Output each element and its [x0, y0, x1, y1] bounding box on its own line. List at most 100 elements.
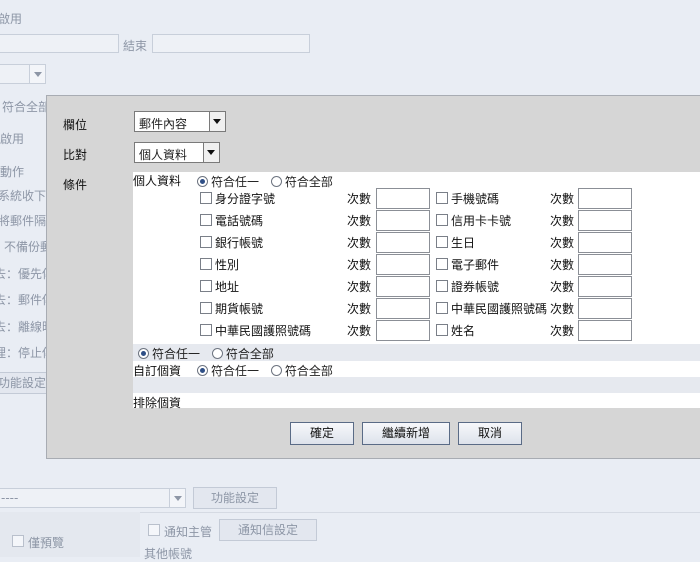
checkbox[interactable] — [436, 302, 448, 314]
personal-item-label: 生日 — [451, 236, 476, 250]
personal-item-label: 姓名 — [451, 324, 476, 338]
personal-match-any-option[interactable]: 符合任一 — [197, 175, 259, 189]
confirm-button[interactable]: 確定 — [290, 422, 354, 445]
other-account-label: 其他帳號 — [144, 547, 193, 561]
personal-match-all-option[interactable]: 符合全部 — [270, 175, 333, 189]
count-input[interactable] — [376, 254, 430, 275]
count-label: 次數 — [347, 214, 372, 228]
personal-item-label: 信用卡卡號 — [451, 214, 512, 228]
end-date-input[interactable] — [152, 34, 310, 53]
checkbox[interactable] — [200, 302, 212, 314]
checkbox[interactable] — [436, 214, 448, 226]
personal-item-label: 期貨帳號 — [215, 302, 264, 316]
checkbox[interactable] — [200, 324, 212, 336]
cancel-button[interactable]: 取消 — [458, 422, 522, 445]
personal-item-label: 地址 — [215, 280, 240, 294]
count-label: 次數 — [347, 280, 372, 294]
count-input[interactable] — [578, 276, 632, 297]
enable-label: 啟用 — [0, 12, 23, 26]
count-input[interactable] — [376, 188, 430, 209]
count-input[interactable] — [376, 276, 430, 297]
notify-manager-label: 通知主管 — [164, 525, 213, 539]
checkbox[interactable] — [436, 236, 448, 248]
preview-only-checkbox[interactable] — [12, 535, 24, 547]
checkbox[interactable] — [200, 214, 212, 226]
checkbox[interactable] — [200, 280, 212, 292]
count-input[interactable] — [376, 210, 430, 231]
count-label: 次數 — [347, 192, 372, 206]
count-input[interactable] — [376, 320, 430, 341]
chevron-down-icon — [203, 143, 219, 162]
custom-data-row: 自訂個資 符合任一 符合全部 — [133, 361, 700, 378]
compare-select[interactable]: 個人資料 — [134, 142, 220, 163]
count-input[interactable] — [578, 232, 632, 253]
continue-add-button[interactable]: 繼續新增 — [362, 422, 450, 445]
chevron-down-icon — [169, 489, 185, 507]
field-select-value: 郵件內容 — [139, 117, 188, 131]
custom-match-any-option[interactable]: 符合任一 — [197, 364, 259, 378]
personal-item-label: 手機號碼 — [451, 192, 500, 206]
custom-match-all-option[interactable]: 符合全部 — [270, 364, 333, 378]
field-select[interactable]: 郵件內容 — [134, 111, 226, 132]
count-label: 次數 — [550, 236, 575, 250]
checkbox[interactable] — [436, 258, 448, 270]
count-label: 次數 — [550, 192, 575, 206]
count-label: 次數 — [550, 324, 575, 338]
count-input[interactable] — [578, 298, 632, 319]
field-label: 欄位 — [63, 118, 88, 132]
count-label: 次數 — [550, 258, 575, 272]
checkbox[interactable] — [200, 258, 212, 270]
compare-select-value: 個人資料 — [139, 148, 188, 162]
count-input[interactable] — [578, 210, 632, 231]
function-settings-small-button[interactable]: 功能設定 — [0, 372, 50, 394]
personal-item-label: 證券帳號 — [451, 280, 500, 294]
radio-icon — [211, 348, 223, 359]
exclude-row: 排除個資 — [133, 393, 700, 410]
preview-only-label: 僅預覽 — [28, 536, 65, 550]
condition-dialog: 欄位 郵件內容 比對 個人資料 條件 個人資料 符合任一 符合全部 身分證字號次… — [46, 95, 700, 459]
checkbox[interactable] — [200, 192, 212, 204]
checkbox[interactable] — [200, 236, 212, 248]
count-label: 次數 — [550, 280, 575, 294]
compare-label: 比對 — [63, 148, 88, 162]
group-match-all-option[interactable]: 符合全部 — [211, 347, 274, 361]
system-received-label: 系統收下 — [0, 189, 47, 203]
group-match-any-option[interactable]: 符合任一 — [138, 347, 200, 361]
count-input[interactable] — [578, 320, 632, 341]
count-label: 次數 — [347, 236, 372, 250]
no-backup-label: 不備份郵 — [4, 240, 53, 254]
count-input[interactable] — [376, 298, 430, 319]
radio-selected-icon — [197, 365, 208, 376]
notify-letter-button[interactable]: 通知信設定 — [219, 519, 317, 541]
exclude-label: 排除個資 — [133, 396, 182, 410]
personal-item-label: 銀行帳號 — [215, 236, 264, 250]
custom-data-band — [133, 377, 700, 393]
radio-icon — [270, 365, 282, 376]
count-label: 次數 — [550, 302, 575, 316]
end-label: 結束 — [123, 39, 148, 53]
notify-manager-checkbox[interactable] — [148, 524, 160, 536]
condition-label: 條件 — [63, 178, 88, 192]
checkbox[interactable] — [436, 324, 448, 336]
start-date-input[interactable] — [0, 34, 119, 53]
enable2-label: 啟用 — [0, 132, 25, 146]
count-input[interactable] — [578, 188, 632, 209]
background-select[interactable] — [0, 64, 46, 84]
count-label: 次數 — [347, 324, 372, 338]
group-match-band: 符合任一 符合全部 — [133, 344, 700, 361]
checkbox[interactable] — [436, 280, 448, 292]
count-input[interactable] — [376, 232, 430, 253]
personal-item-label: 性別 — [215, 258, 240, 272]
personal-item-label: 電子郵件 — [451, 258, 500, 272]
function-select[interactable]: ---- — [0, 488, 186, 508]
chevron-down-icon — [209, 112, 225, 131]
checkbox[interactable] — [436, 192, 448, 204]
match-all-label: 符合全部 — [2, 100, 51, 114]
count-input[interactable] — [578, 254, 632, 275]
function-settings-button[interactable]: 功能設定 — [193, 487, 277, 509]
personal-item-label: 中華民國護照號碼 — [451, 302, 548, 316]
count-label: 次數 — [550, 214, 575, 228]
personal-item-label: 中華民國護照號碼 — [215, 324, 312, 338]
chevron-down-icon — [29, 65, 45, 83]
personal-data-title: 個人資料 — [133, 174, 182, 188]
